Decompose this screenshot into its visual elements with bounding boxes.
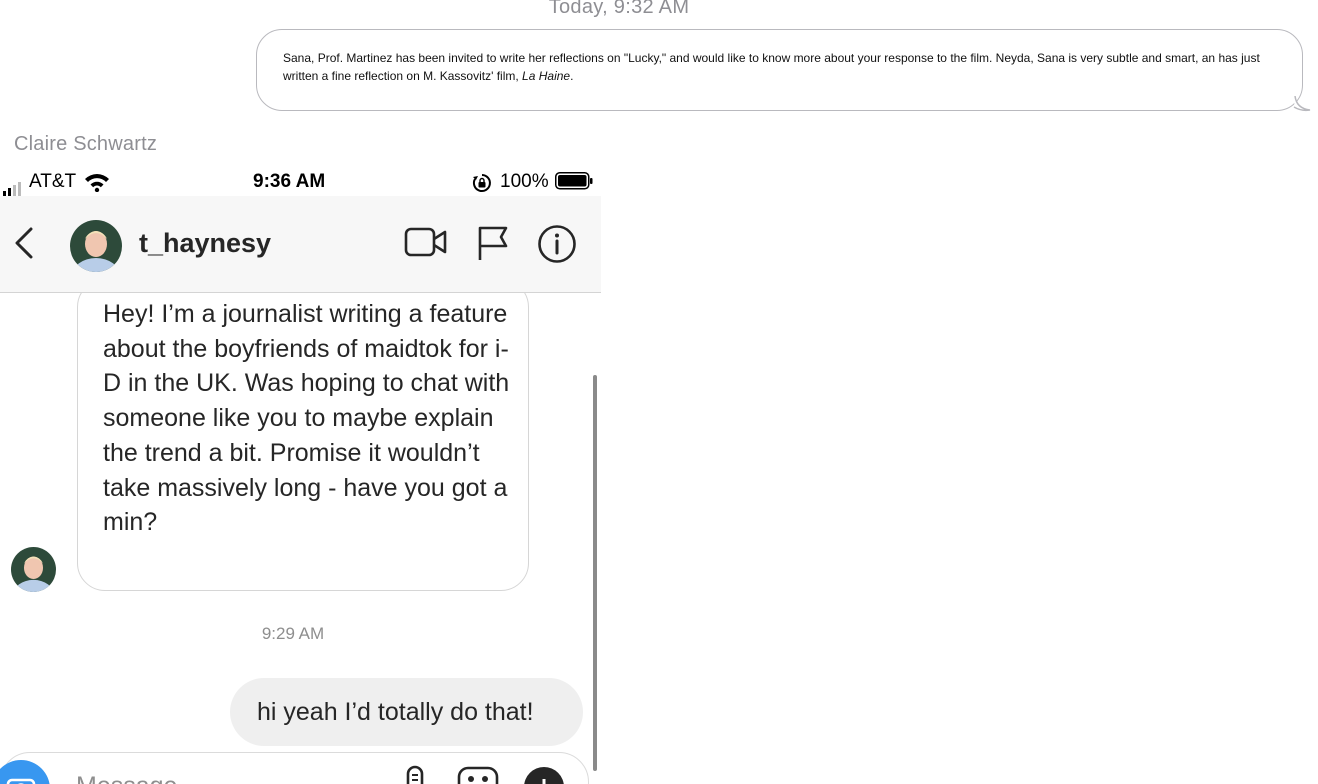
- sender-avatar[interactable]: [11, 547, 56, 592]
- received-message-text: Hey! I’m a journalist writing a feature …: [103, 300, 510, 537]
- message-composer: [0, 752, 589, 784]
- message-timestamp: 9:29 AM: [261, 624, 325, 643]
- camera-button[interactable]: [0, 760, 50, 784]
- message-thread[interactable]: Hey! I’m a journalist writing a feature …: [0, 293, 601, 784]
- camera-icon: [6, 778, 36, 784]
- orientation-lock-icon: [472, 174, 491, 192]
- carrier-label: AT&T: [29, 171, 77, 192]
- signal-icon: [3, 176, 23, 198]
- flag-icon[interactable]: [476, 224, 510, 262]
- battery-icon: [555, 172, 593, 190]
- bubble-tail: [1293, 96, 1311, 112]
- microphone-icon[interactable]: [403, 765, 427, 784]
- message-bubble[interactable]: Sana, Prof. Martinez has been invited to…: [256, 29, 1311, 112]
- status-bar: AT&T 9:36 AM 100%: [0, 168, 601, 198]
- message-timestamp: Today, 9:32 AM: [548, 0, 690, 18]
- sender-name: Claire Schwartz: [14, 133, 158, 155]
- sent-message-bubble[interactable]: hi yeah I’d totally do that!: [230, 678, 583, 746]
- chat-header: t_haynesy: [0, 196, 601, 293]
- received-message-bubble[interactable]: Hey! I’m a journalist writing a feature …: [77, 293, 529, 591]
- message-text: Sana, Prof. Martinez has been invited to…: [283, 51, 1264, 83]
- phone-screenshot: AT&T 9:36 AM 100% t_haynesy Hey! I’m a j…: [0, 168, 601, 784]
- image-icon[interactable]: [456, 765, 500, 784]
- back-chevron-icon[interactable]: [10, 226, 38, 260]
- wifi-icon: [85, 174, 109, 192]
- video-call-icon[interactable]: [404, 224, 448, 260]
- avatar[interactable]: [70, 220, 122, 272]
- battery-percent: 100%: [500, 171, 549, 192]
- message-input[interactable]: [74, 767, 328, 784]
- info-icon[interactable]: [537, 224, 577, 264]
- sticker-icon[interactable]: [522, 765, 566, 784]
- status-time: 9:36 AM: [253, 171, 326, 192]
- scrollbar[interactable]: [593, 375, 597, 771]
- chat-username[interactable]: t_haynesy: [139, 228, 271, 259]
- sent-message-text: hi yeah I’d totally do that!: [257, 698, 534, 726]
